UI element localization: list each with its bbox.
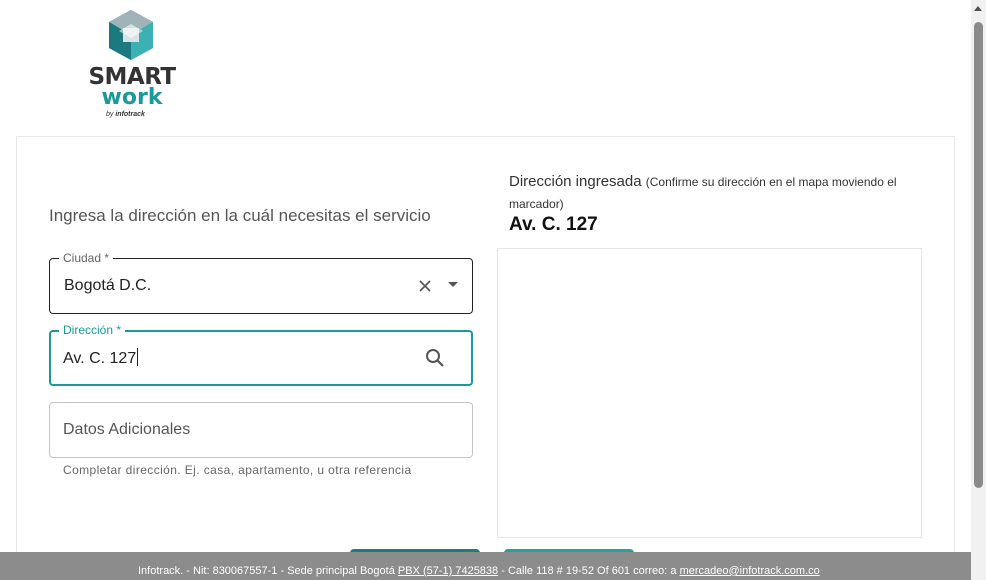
footer-address-text: - Calle 118 # 19-52 Of 601 correo: a <box>498 565 680 577</box>
map-area[interactable] <box>497 248 922 538</box>
ciudad-value: Bogotá D.C. <box>64 277 152 294</box>
datos-adicionales-placeholder: Datos Adicionales <box>63 421 191 438</box>
direccion-value: Av. C. 127 <box>63 348 139 367</box>
address-value: Av. C. 127 <box>509 214 598 235</box>
footer-phone-link[interactable]: PBX (57-1) 7425838 <box>398 565 498 577</box>
logo-mark-icon <box>109 10 153 60</box>
footer: Infotrack. - Nit: 830067557-1 - Sede pri… <box>0 552 971 580</box>
scroll-up-icon[interactable] <box>974 6 982 11</box>
text-caret <box>137 348 139 366</box>
datos-helper-text: Completar dirección. Ej. casa, apartamen… <box>63 463 412 477</box>
smartwork-logo: SMART work by infotrack <box>86 10 178 124</box>
direccion-input[interactable]: Dirección * Av. C. 127 <box>49 322 473 386</box>
address-title: Dirección ingresada (Confirme su direcci… <box>509 171 909 215</box>
datos-adicionales-input[interactable]: Datos Adicionales <box>49 402 473 458</box>
scrollbar-thumb[interactable] <box>974 22 983 488</box>
logo-byline: by infotrack <box>106 111 145 118</box>
form-heading: Ingresa la dirección en la cuál necesita… <box>49 206 431 225</box>
clear-icon[interactable] <box>416 277 434 295</box>
ciudad-select[interactable]: Ciudad * Bogotá D.C. <box>49 250 473 314</box>
footer-company-text: Infotrack. - Nit: 830067557-1 - Sede pri… <box>138 565 398 577</box>
ciudad-label: Ciudad * <box>59 250 114 266</box>
address-title-text: Dirección ingresada <box>509 173 642 190</box>
search-icon[interactable] <box>425 348 445 368</box>
footer-email-link[interactable]: mercadeo@infotrack.com.co <box>680 565 820 577</box>
dropdown-arrow-icon[interactable] <box>448 282 458 287</box>
direccion-label: Dirección * <box>59 322 126 338</box>
scrollbar[interactable] <box>971 0 986 580</box>
logo-work-text: work <box>101 85 163 110</box>
